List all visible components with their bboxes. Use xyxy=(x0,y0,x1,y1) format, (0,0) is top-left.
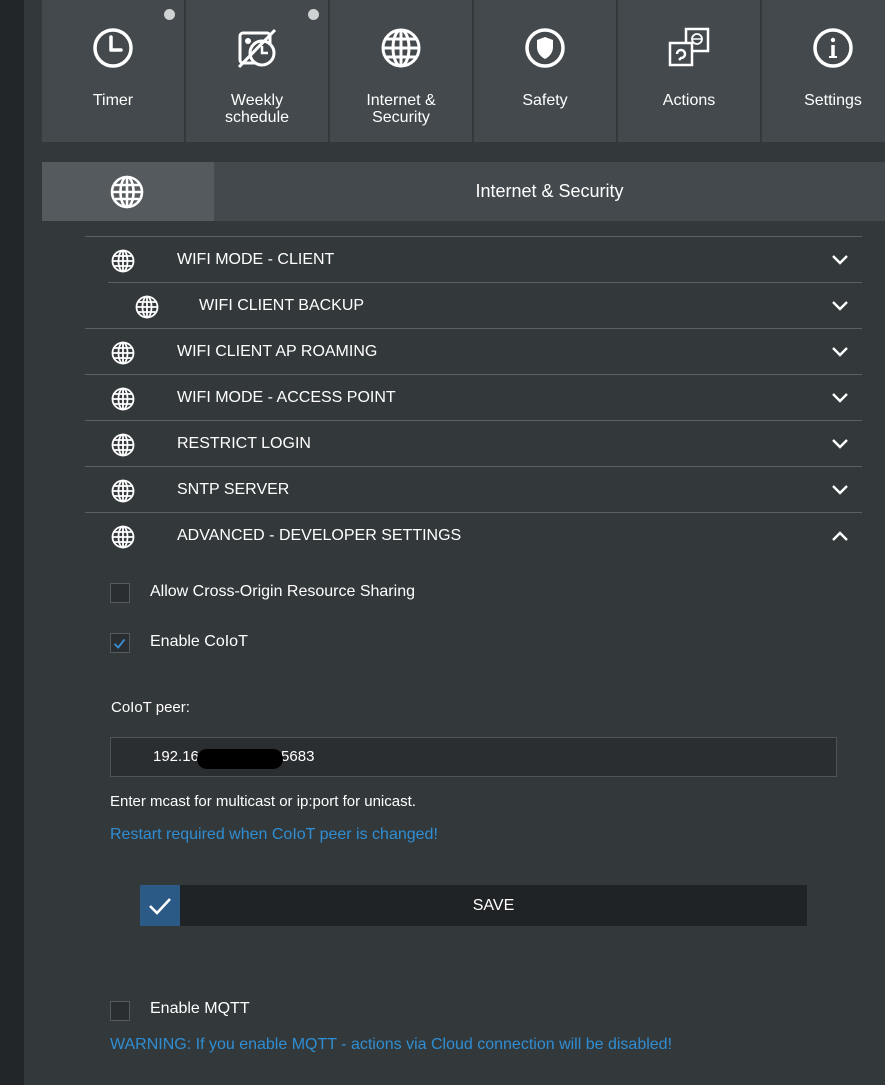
notification-dot xyxy=(164,9,175,20)
accordion-label: WIFI MODE - ACCESS POINT xyxy=(177,389,396,406)
accordion-label: ADVANCED - DEVELOPER SETTINGS xyxy=(177,527,462,544)
accordion-wifi-client-backup[interactable]: WIFI CLIENT BACKUP xyxy=(108,282,862,329)
schedule-icon xyxy=(237,28,277,69)
save-button[interactable]: SAVE xyxy=(140,885,807,926)
globe-icon xyxy=(111,479,135,503)
globe-icon xyxy=(110,175,144,209)
nav-tile-settings[interactable]: Settings xyxy=(762,0,885,142)
globe-icon xyxy=(111,249,135,273)
cors-checkbox[interactable] xyxy=(110,583,130,603)
nav-tile-weekly-schedule[interactable]: Weekly schedule xyxy=(186,0,328,142)
chevron-down-icon[interactable] xyxy=(830,434,850,454)
top-navigation: Timer Weekly schedule Internet & Securit… xyxy=(42,0,885,142)
checkmark-icon xyxy=(113,638,126,649)
mqtt-checkbox[interactable] xyxy=(110,1001,130,1021)
nav-tile-label: Actions xyxy=(662,92,716,109)
accordion-sntp-server[interactable]: SNTP SERVER xyxy=(85,466,862,513)
nav-tile-label: Settings xyxy=(804,92,862,109)
accordion-label: WIFI CLIENT AP ROAMING xyxy=(177,343,378,360)
restart-notice: Restart required when CoIoT peer is chan… xyxy=(110,826,438,843)
nav-tile-label: Internet & Security xyxy=(366,92,436,126)
coiot-checkbox[interactable] xyxy=(110,633,130,653)
chevron-down-icon[interactable] xyxy=(830,388,850,408)
mqtt-label: Enable MQTT xyxy=(150,1000,250,1017)
chevron-up-icon[interactable] xyxy=(830,526,850,546)
left-sidebar-strip xyxy=(0,0,24,1085)
nav-tile-internet-security[interactable]: Internet & Security xyxy=(330,0,472,142)
coiot-peer-help: Enter mcast for multicast or ip:port for… xyxy=(110,793,416,810)
checkmark-icon xyxy=(149,898,171,915)
accordion-label: WIFI CLIENT BACKUP xyxy=(199,297,365,314)
redaction-mask xyxy=(197,749,283,769)
notification-dot xyxy=(308,9,319,20)
globe-icon xyxy=(111,433,135,457)
section-header: Internet & Security xyxy=(42,162,885,221)
globe-icon xyxy=(381,28,421,68)
shield-icon xyxy=(525,28,565,68)
nav-tile-safety[interactable]: Safety xyxy=(474,0,616,142)
globe-icon xyxy=(111,525,135,549)
accordion-label: SNTP SERVER xyxy=(177,481,290,498)
accordion-label: WIFI MODE - CLIENT xyxy=(177,251,335,268)
section-icon-box xyxy=(42,162,214,221)
info-icon xyxy=(813,28,853,68)
clock-icon xyxy=(93,28,133,68)
nav-tile-actions[interactable]: Actions xyxy=(618,0,760,142)
accordion-wifi-mode-client[interactable]: WIFI MODE - CLIENT xyxy=(85,236,862,283)
chevron-down-icon[interactable] xyxy=(830,480,850,500)
cors-label: Allow Cross-Origin Resource Sharing xyxy=(150,583,415,600)
accordion-advanced-developer-settings[interactable]: ADVANCED - DEVELOPER SETTINGS xyxy=(85,512,862,559)
mqtt-warning: WARNING: If you enable MQTT - actions vi… xyxy=(110,1036,673,1053)
nav-tile-timer[interactable]: Timer xyxy=(42,0,184,142)
chevron-down-icon[interactable] xyxy=(830,250,850,270)
globe-icon xyxy=(111,341,135,365)
coiot-label: Enable CoIoT xyxy=(150,633,248,650)
page-title: Internet & Security xyxy=(475,181,624,201)
chevron-down-icon[interactable] xyxy=(830,296,850,316)
accordion-restrict-login[interactable]: RESTRICT LOGIN xyxy=(85,420,862,467)
globe-icon xyxy=(111,387,135,411)
coiot-peer-label: CoIoT peer: xyxy=(111,699,190,716)
accordion-wifi-client-ap-roaming[interactable]: WIFI CLIENT AP ROAMING xyxy=(85,328,862,375)
nav-tile-label: Weekly schedule xyxy=(224,92,290,126)
accordion-label: RESTRICT LOGIN xyxy=(177,435,311,452)
globe-icon xyxy=(135,295,159,319)
actions-icon xyxy=(668,27,710,67)
save-label: SAVE xyxy=(472,897,515,914)
coiot-peer-input[interactable]: 192.16.5683 xyxy=(110,737,837,777)
nav-tile-label: Safety xyxy=(522,92,568,109)
chevron-down-icon[interactable] xyxy=(830,342,850,362)
accordion-wifi-mode-access-point[interactable]: WIFI MODE - ACCESS POINT xyxy=(85,374,862,421)
save-check-box xyxy=(140,885,180,926)
nav-tile-label: Timer xyxy=(92,92,134,109)
